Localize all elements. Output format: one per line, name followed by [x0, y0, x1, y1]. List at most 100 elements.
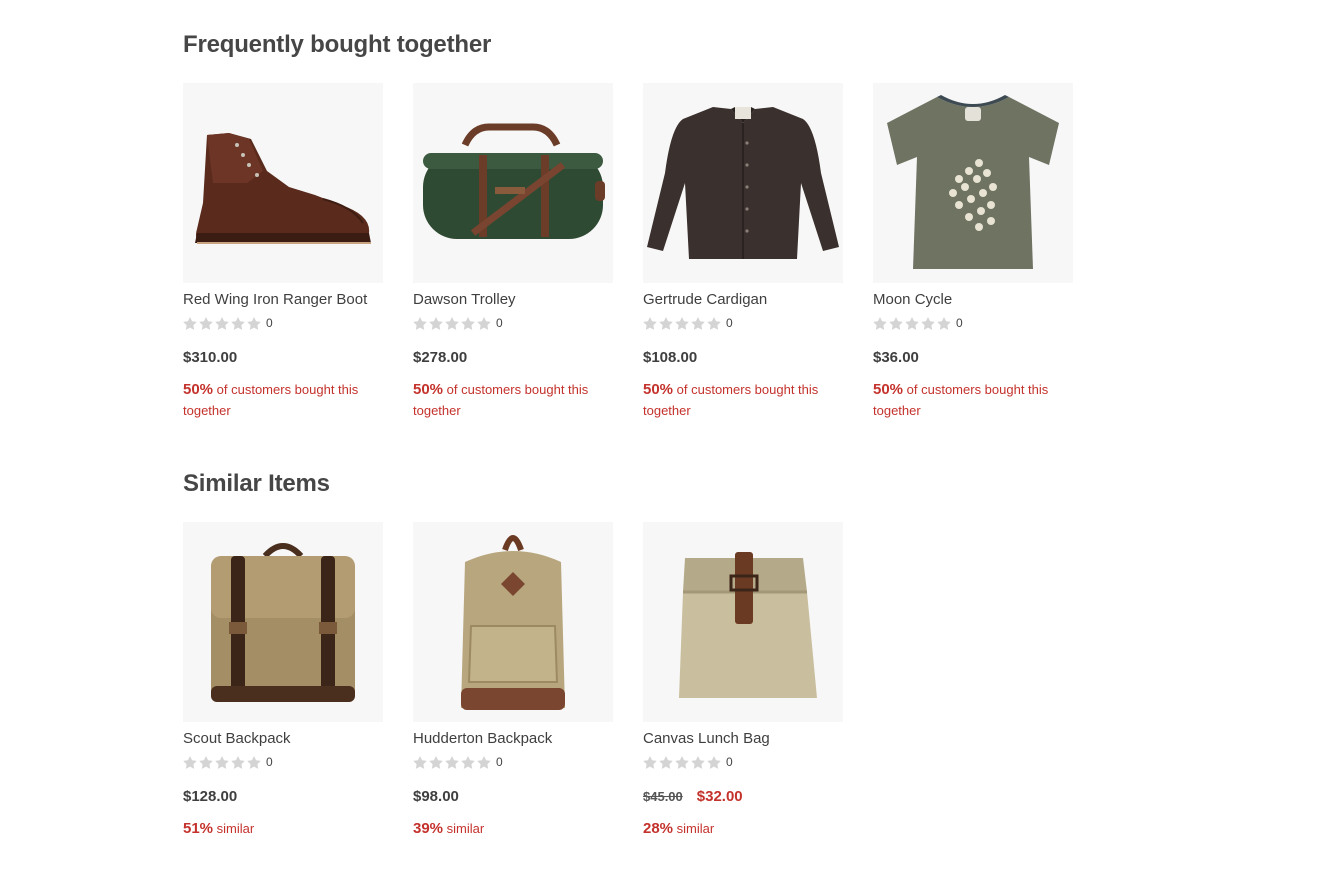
stat-percent: 50% — [873, 381, 904, 398]
star-icon — [921, 316, 935, 330]
product-name[interactable]: Hudderton Backpack — [413, 731, 613, 747]
bought-together-stat: 50% of customers bought this together — [183, 379, 378, 421]
price-row: $278.00 — [413, 349, 613, 366]
stars — [183, 755, 261, 769]
star-icon — [905, 316, 919, 330]
duffel-bag-image[interactable] — [413, 83, 613, 283]
cardigan-image[interactable] — [643, 83, 843, 283]
stat-percent: 39% — [413, 820, 444, 837]
rating: 0 — [643, 316, 843, 330]
star-icon — [199, 316, 213, 330]
star-icon — [247, 316, 261, 330]
price: $128.00 — [183, 788, 238, 805]
star-icon — [659, 755, 673, 769]
star-icon — [183, 755, 197, 769]
star-icon — [429, 316, 443, 330]
star-icon — [889, 316, 903, 330]
star-icon — [445, 755, 459, 769]
rating-count: 0 — [266, 755, 273, 769]
product-name[interactable]: Canvas Lunch Bag — [643, 731, 843, 747]
star-icon — [183, 316, 197, 330]
star-icon — [873, 316, 887, 330]
star-icon — [231, 755, 245, 769]
rating-count: 0 — [726, 755, 733, 769]
frequently-bought-grid: Red Wing Iron Ranger Boot 0 $310.00 50% … — [183, 83, 1073, 421]
product-card[interactable]: Gertrude Cardigan 0 $108.00 50% of custo… — [643, 83, 843, 421]
rating-count: 0 — [496, 316, 503, 330]
price-row: $108.00 — [643, 349, 843, 366]
original-price: $45.00 — [643, 789, 683, 804]
stars — [183, 316, 261, 330]
price: $98.00 — [413, 788, 459, 805]
star-icon — [707, 755, 721, 769]
star-icon — [643, 316, 657, 330]
star-icon — [477, 755, 491, 769]
price-row: $98.00 — [413, 788, 613, 805]
star-icon — [675, 316, 689, 330]
product-card[interactable]: Scout Backpack 0 $128.00 51% similar — [183, 522, 383, 839]
stars — [643, 316, 721, 330]
stars — [413, 755, 491, 769]
backpack-image[interactable] — [413, 522, 613, 722]
product-name[interactable]: Scout Backpack — [183, 731, 383, 747]
boot-image[interactable] — [183, 83, 383, 283]
rating: 0 — [183, 755, 383, 769]
star-icon — [659, 316, 673, 330]
backpack-image[interactable] — [183, 522, 383, 722]
tshirt-image[interactable] — [873, 83, 1073, 283]
bought-together-stat: 50% of customers bought this together — [643, 379, 838, 421]
product-name[interactable]: Gertrude Cardigan — [643, 292, 843, 308]
star-icon — [429, 755, 443, 769]
stat-percent: 50% — [643, 381, 674, 398]
product-card[interactable]: Red Wing Iron Ranger Boot 0 $310.00 50% … — [183, 83, 383, 421]
star-icon — [231, 316, 245, 330]
price-row: $310.00 — [183, 349, 383, 366]
rating-count: 0 — [496, 755, 503, 769]
product-card[interactable]: Hudderton Backpack 0 $98.00 39% similar — [413, 522, 613, 839]
product-name[interactable]: Moon Cycle — [873, 292, 1073, 308]
similarity-stat: 28% similar — [643, 818, 838, 839]
stat-percent: 50% — [413, 381, 444, 398]
star-icon — [675, 755, 689, 769]
price: $310.00 — [183, 349, 238, 366]
product-name[interactable]: Red Wing Iron Ranger Boot — [183, 292, 383, 308]
stars — [643, 755, 721, 769]
price-row: $36.00 — [873, 349, 1073, 366]
bought-together-stat: 50% of customers bought this together — [873, 379, 1068, 421]
star-icon — [413, 316, 427, 330]
sale-price: $32.00 — [696, 788, 743, 805]
lunch-bag-image[interactable] — [643, 522, 843, 722]
bought-together-stat: 50% of customers bought this together — [413, 379, 608, 421]
price-row: $128.00 — [183, 788, 383, 805]
star-icon — [247, 755, 261, 769]
price-row: $45.00 $32.00 — [643, 788, 843, 805]
star-icon — [461, 316, 475, 330]
rating: 0 — [413, 755, 613, 769]
stat-text: similar — [216, 821, 255, 836]
star-icon — [477, 316, 491, 330]
rating: 0 — [183, 316, 383, 330]
price: $108.00 — [643, 349, 698, 366]
stat-text: similar — [676, 821, 715, 836]
star-icon — [215, 316, 229, 330]
star-icon — [199, 755, 213, 769]
stat-percent: 50% — [183, 381, 214, 398]
product-card[interactable]: Dawson Trolley 0 $278.00 50% of customer… — [413, 83, 613, 421]
star-icon — [413, 755, 427, 769]
product-card[interactable]: Canvas Lunch Bag 0 $45.00 $32.00 28% sim… — [643, 522, 843, 839]
price: $278.00 — [413, 349, 468, 366]
product-name[interactable]: Dawson Trolley — [413, 292, 613, 308]
stars — [413, 316, 491, 330]
star-icon — [691, 316, 705, 330]
stars — [873, 316, 951, 330]
price: $36.00 — [873, 349, 919, 366]
rating-count: 0 — [266, 316, 273, 330]
star-icon — [445, 316, 459, 330]
stat-text: similar — [446, 821, 485, 836]
rating-count: 0 — [956, 316, 963, 330]
product-card[interactable]: Moon Cycle 0 $36.00 50% of customers bou… — [873, 83, 1073, 421]
stat-percent: 51% — [183, 820, 214, 837]
rating-count: 0 — [726, 316, 733, 330]
rating: 0 — [413, 316, 613, 330]
similarity-stat: 39% similar — [413, 818, 608, 839]
